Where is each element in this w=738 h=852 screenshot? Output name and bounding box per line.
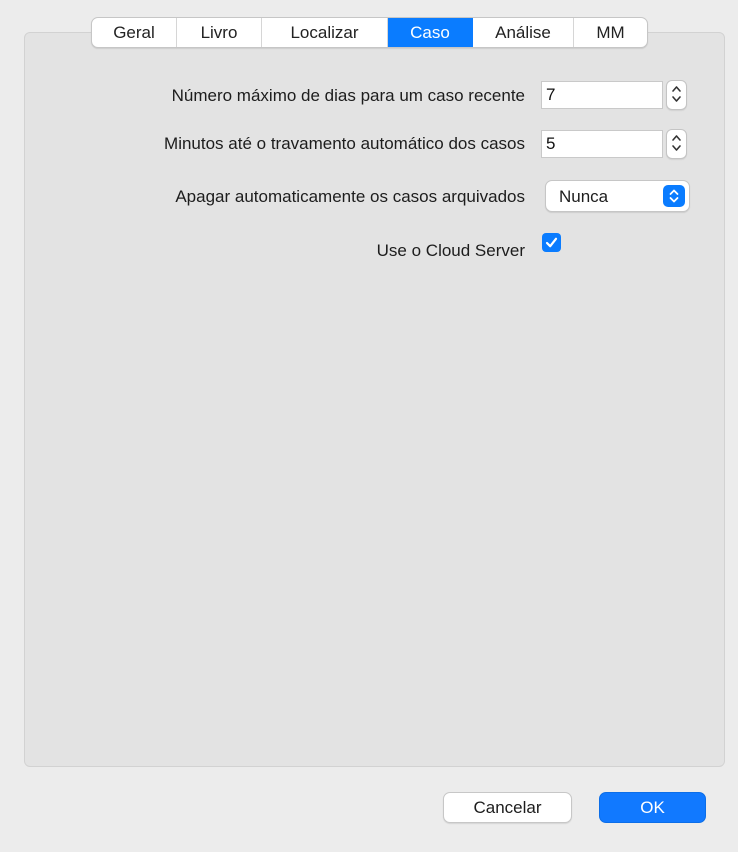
tab-bar: Geral Livro Localizar Caso Análise MM <box>91 17 648 48</box>
auto-delete-label: Apagar automaticamente os casos arquivad… <box>175 187 525 206</box>
cancel-button[interactable]: Cancelar <box>443 792 572 823</box>
tab-geral[interactable]: Geral <box>92 18 177 47</box>
auto-delete-select[interactable]: Nunca <box>545 180 690 212</box>
tab-caso[interactable]: Caso <box>388 18 473 47</box>
stepper-arrows-icon <box>672 86 681 102</box>
tab-livro[interactable]: Livro <box>177 18 262 47</box>
checkmark-icon <box>545 237 558 248</box>
ok-button[interactable]: OK <box>599 792 706 823</box>
lock-minutes-field[interactable]: 5 <box>541 130 663 158</box>
tab-localizar[interactable]: Localizar <box>262 18 388 47</box>
recent-days-label: Número máximo de dias para um caso recen… <box>171 86 525 105</box>
lock-minutes-stepper[interactable] <box>666 129 687 159</box>
auto-delete-selected-value: Nunca <box>559 187 609 206</box>
preferences-window: Geral Livro Localizar Caso Análise MM Nú… <box>0 0 738 852</box>
cloud-server-label: Use o Cloud Server <box>376 241 525 260</box>
recent-days-field[interactable]: 7 <box>541 81 663 109</box>
cloud-server-checkbox[interactable] <box>542 233 561 252</box>
chevron-updown-icon <box>663 185 685 207</box>
tab-mm[interactable]: MM <box>574 18 647 47</box>
stepper-arrows-icon <box>672 135 681 151</box>
tab-analise[interactable]: Análise <box>473 18 574 47</box>
lock-minutes-label: Minutos até o travamento automático dos … <box>164 134 525 153</box>
recent-days-stepper[interactable] <box>666 80 687 110</box>
